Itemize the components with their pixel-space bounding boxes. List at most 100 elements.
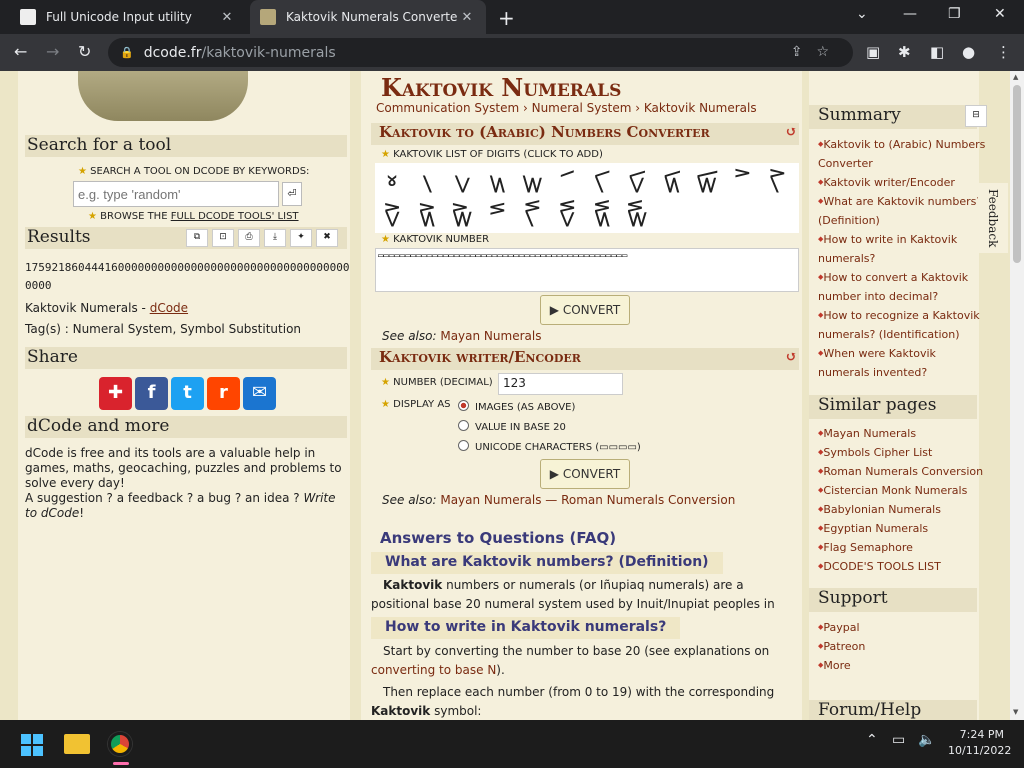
kaktovik-digit[interactable]: 𝋒	[585, 197, 619, 231]
summary-item[interactable]: What are Kaktovik numbers? (Definition)	[818, 192, 988, 230]
support-link[interactable]: Paypal	[818, 618, 988, 637]
kaktovik-digit[interactable]: 𝋅	[550, 163, 584, 197]
summary-item[interactable]: When were Kaktovik numerals invented?	[818, 344, 988, 382]
dcode-link[interactable]: dCode	[150, 301, 188, 315]
summary-item[interactable]: How to write in Kaktovik numerals?	[818, 230, 988, 268]
chevron-up-icon[interactable]: ⌃	[866, 732, 878, 748]
similar-page-link[interactable]: Mayan Numerals	[818, 424, 988, 443]
kaktovik-digit[interactable]: 𝋌	[375, 197, 409, 231]
similar-page-link[interactable]: Symbols Cipher List	[818, 443, 988, 462]
kaktovik-digit[interactable]: 𝋂	[445, 163, 479, 197]
feedback-tab[interactable]: Feedback	[978, 183, 1008, 253]
breadcrumb-link[interactable]: Numeral System	[532, 101, 632, 115]
close-tab-icon[interactable]: ✕	[218, 10, 236, 25]
convert-button[interactable]: ▶ CONVERT	[540, 295, 630, 325]
screenshot-icon[interactable]: ⊡	[212, 229, 234, 247]
minimize-button[interactable]: —	[903, 6, 917, 22]
reddit-icon[interactable]: r	[207, 377, 240, 410]
network-icon[interactable]: ▭	[892, 732, 905, 748]
kaktovik-digit[interactable]: 𝋈	[655, 163, 689, 197]
chrome-icon[interactable]	[108, 732, 132, 756]
kaktovik-digit[interactable]: 𝋁	[410, 163, 444, 197]
kaktovik-digit[interactable]: 𝋎	[445, 197, 479, 231]
summary-item[interactable]: How to recognize a Kaktovik numerals? (I…	[818, 306, 988, 344]
email-icon[interactable]: ✉	[243, 377, 276, 410]
reload-icon[interactable]: ↻	[78, 42, 91, 61]
close-tab-icon[interactable]: ✕	[458, 10, 476, 25]
support-link[interactable]: More	[818, 656, 988, 675]
encode-button[interactable]: ▶ CONVERT	[540, 459, 630, 489]
breadcrumb-link[interactable]: Communication System	[376, 101, 519, 115]
base-n-link[interactable]: converting to base N	[371, 663, 496, 677]
scroll-up-icon[interactable]: ▲	[1013, 73, 1018, 81]
similar-page-link[interactable]: Flag Semaphore	[818, 538, 988, 557]
kaktovik-digit[interactable]: 𝋄	[515, 163, 549, 197]
kaktovik-digit[interactable]: 𝋑	[550, 197, 584, 231]
extension-icon[interactable]: ▣	[866, 43, 880, 61]
option-unicode[interactable]: UNICODE CHARACTERS (▭▭▭▭)	[458, 440, 641, 453]
kaktovik-digit[interactable]: 𝋆	[585, 163, 619, 197]
collapse-icon[interactable]: ⊟	[965, 105, 987, 127]
windows-start-icon[interactable]	[21, 734, 43, 756]
breadcrumb-link[interactable]: Kaktovik Numerals	[644, 101, 757, 115]
copy-icon[interactable]: ⧉	[186, 229, 208, 247]
decimal-input[interactable]: 123	[498, 373, 623, 395]
download-icon[interactable]: ⤓	[264, 229, 286, 247]
pin-icon[interactable]: ✦	[290, 229, 312, 247]
scrollbar[interactable]: ▲ ▼	[1010, 71, 1024, 720]
close-results-icon[interactable]: ✖	[316, 229, 338, 247]
share-plus-icon[interactable]: ✚	[99, 377, 132, 410]
option-base20[interactable]: VALUE IN BASE 20	[458, 420, 566, 433]
menu-icon[interactable]: ⋮	[996, 43, 1011, 61]
option-images[interactable]: IMAGES (AS ABOVE)	[458, 400, 575, 413]
browse-tools-link[interactable]: FULL DCODE TOOLS' LIST	[171, 211, 299, 222]
kaktovik-digit[interactable]: 𝋋	[760, 163, 794, 197]
summary-item[interactable]: Kaktovik writer/Encoder	[818, 173, 988, 192]
mayan-link[interactable]: Mayan Numerals	[440, 329, 541, 343]
profile-icon[interactable]: ●	[962, 43, 975, 61]
kaktovik-number-input[interactable]: ▭▭▭▭▭▭▭▭▭▭▭▭▭▭▭▭▭▭▭▭▭▭▭▭▭▭▭▭▭▭▭▭▭▭▭▭▭▭▭▭…	[375, 248, 799, 292]
scroll-down-icon[interactable]: ▼	[1013, 708, 1018, 716]
back-icon[interactable]: ←	[14, 42, 27, 61]
support-link[interactable]: Patreon	[818, 637, 988, 656]
kaktovik-digit[interactable]: 𝋃	[480, 163, 514, 197]
facebook-icon[interactable]: f	[135, 377, 168, 410]
scroll-thumb[interactable]	[1013, 85, 1021, 263]
kaktovik-digit[interactable]: 𝋀	[375, 163, 409, 197]
kaktovik-digit[interactable]: 𝋊	[725, 163, 759, 197]
omnibox-icons[interactable]: ⇪☆	[791, 44, 843, 60]
print-icon[interactable]: ⎙	[238, 229, 260, 247]
restore-button[interactable]: ❐	[948, 6, 961, 22]
summary-item[interactable]: Kaktovik to (Arabic) Numbers Converter	[818, 135, 988, 173]
search-input[interactable]	[73, 181, 279, 207]
see-also-links[interactable]: Mayan Numerals — Roman Numerals Conversi…	[440, 493, 735, 507]
similar-page-link[interactable]: Babylonian Numerals	[818, 500, 988, 519]
reset-icon[interactable]: ↺	[785, 124, 797, 140]
puzzle-icon[interactable]: ✱	[898, 43, 911, 61]
volume-icon[interactable]: 🔈	[918, 732, 935, 748]
kaktovik-digit[interactable]: 𝋇	[620, 163, 654, 197]
similar-page-link[interactable]: Egyptian Numerals	[818, 519, 988, 538]
similar-page-link[interactable]: Cistercian Monk Numerals	[818, 481, 988, 500]
similar-page-link[interactable]: Roman Numerals Conversion	[818, 462, 988, 481]
tab-kaktovik[interactable]: Kaktovik Numerals Converter - O ✕	[250, 0, 486, 34]
similar-page-link[interactable]: DCODE'S TOOLS LIST	[818, 557, 988, 576]
clock[interactable]: 7:24 PM 10/11/2022	[948, 728, 1011, 757]
kaktovik-digit[interactable]: 𝋏	[480, 197, 514, 231]
new-tab-button[interactable]: +	[498, 6, 515, 30]
reset-icon[interactable]: ↺	[785, 349, 797, 365]
summary-item[interactable]: How to convert a Kaktovik number into de…	[818, 268, 988, 306]
tab-unicode[interactable]: Full Unicode Input utility ✕	[10, 0, 246, 34]
file-explorer-icon[interactable]	[64, 734, 90, 754]
sidepanel-icon[interactable]: ◧	[930, 43, 944, 61]
kaktovik-digit[interactable]: 𝋍	[410, 197, 444, 231]
twitter-icon[interactable]: t	[171, 377, 204, 410]
tab-search-icon[interactable]: ⌄	[856, 6, 868, 22]
kaktovik-digit[interactable]: 𝋉	[690, 163, 724, 197]
kaktovik-digit[interactable]: 𝋐	[515, 197, 549, 231]
search-go-button[interactable]: ⏎	[282, 182, 302, 206]
kaktovik-digit[interactable]: 𝋓	[620, 197, 654, 231]
address-bar[interactable]: 🔒 dcode.fr/kaktovik-numerals ⇪☆	[108, 38, 853, 67]
close-window-button[interactable]: ✕	[994, 6, 1006, 22]
forward-icon[interactable]: →	[46, 42, 59, 61]
